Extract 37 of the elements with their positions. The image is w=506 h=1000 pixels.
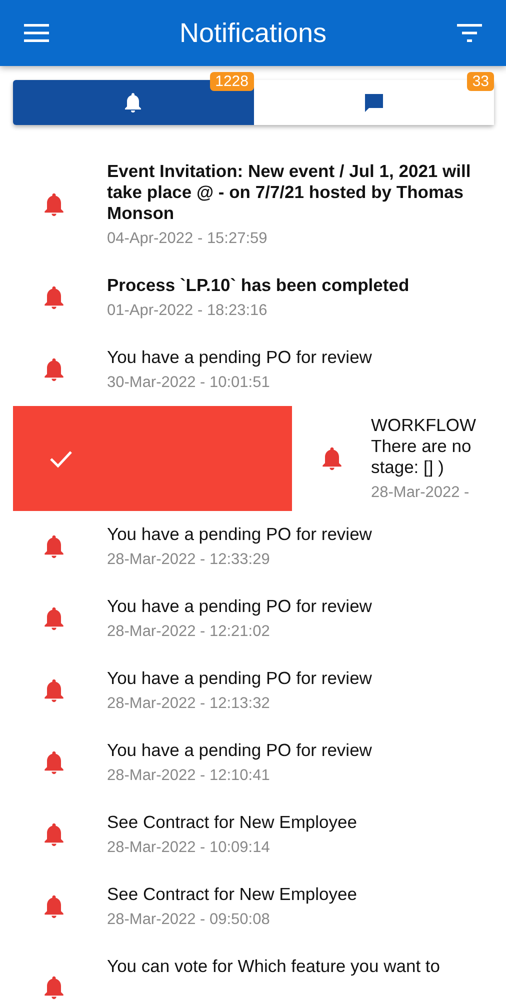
notification-item[interactable]: You can vote for Which feature you want to	[0, 943, 506, 1000]
check-icon	[49, 450, 73, 468]
notification-time: 30-Mar-2022 - 10:01:51	[107, 373, 271, 393]
notification-title: See Contract for New Employee	[107, 812, 358, 833]
notification-item[interactable]: You have a pending PO for review 28-Mar-2022 - 12:21:02	[0, 583, 506, 655]
notification-item[interactable]: Process `LP.10` has been completed 01-Apr-2022 - 18:23:16	[0, 262, 506, 334]
notification-title: You have a pending PO for review	[107, 524, 373, 545]
notification-item[interactable]: You have a pending PO for review 28-Mar-2022 - 12:10:41	[0, 727, 506, 799]
notification-item[interactable]: Event Invitation: New event / Jul 1, 2021 will take place @ - on 7/7/21 hosted by Thomas Monson 04-Apr-2022 - 15:27:59	[0, 148, 506, 262]
notification-time: 28-Mar-2022 - 12:13:32	[107, 694, 271, 714]
screen-title: Notifications	[179, 16, 327, 50]
notification-title: You have a pending PO for review	[107, 740, 373, 761]
notification-item[interactable]: You have a pending PO for review 28-Mar-2022 - 12:33:29	[0, 511, 506, 583]
notification-time: 04-Apr-2022 - 15:27:59	[107, 229, 268, 249]
notification-item[interactable]: See Contract for New Employee 28-Mar-2022 - 10:09:14	[0, 799, 506, 871]
notification-title: See Contract for New Employee	[107, 884, 358, 905]
count-badge: 1228	[210, 72, 254, 91]
notification-title: You have a pending PO for review	[107, 668, 373, 689]
count-badge: 33	[467, 72, 494, 91]
notification-title: You have a pending PO for review	[107, 347, 373, 368]
notification-title: You have a pending PO for review	[107, 596, 373, 617]
notification-time: 28-Mar-2022 -	[371, 482, 470, 502]
notification-time: 28-Mar-2022 - 09:50:08	[107, 910, 271, 930]
notification-title: You can vote for Which feature you want to	[107, 956, 442, 977]
notification-time: 28-Mar-2022 - 12:10:41	[107, 766, 271, 786]
menu-icon[interactable]	[24, 24, 49, 42]
notification-time: 01-Apr-2022 - 18:23:16	[107, 301, 268, 321]
notification-item[interactable]: You have a pending PO for review 28-Mar-2022 - 12:13:32	[0, 655, 506, 727]
notification-item[interactable]: You have a pending PO for review 30-Mar-2022 - 10:01:51	[0, 334, 506, 406]
notification-time: 28-Mar-2022 - 10:09:14	[107, 838, 271, 858]
notification-title: Process `LP.10` has been completed	[107, 275, 410, 296]
notification-title: WORKFLOW There are no stage: [] )	[371, 414, 477, 478]
notification-title: Event Invitation: New event / Jul 1, 2021 will take place @ - on 7/7/21 hosted by Thomas Monson	[107, 161, 472, 224]
notification-time: 28-Mar-2022 - 12:21:02	[107, 622, 271, 642]
filter-icon[interactable]	[456, 24, 482, 42]
notification-time: 28-Mar-2022 - 12:33:29	[107, 550, 271, 570]
notification-item[interactable]: See Contract for New Employee 28-Mar-2022 - 09:50:08	[0, 871, 506, 943]
